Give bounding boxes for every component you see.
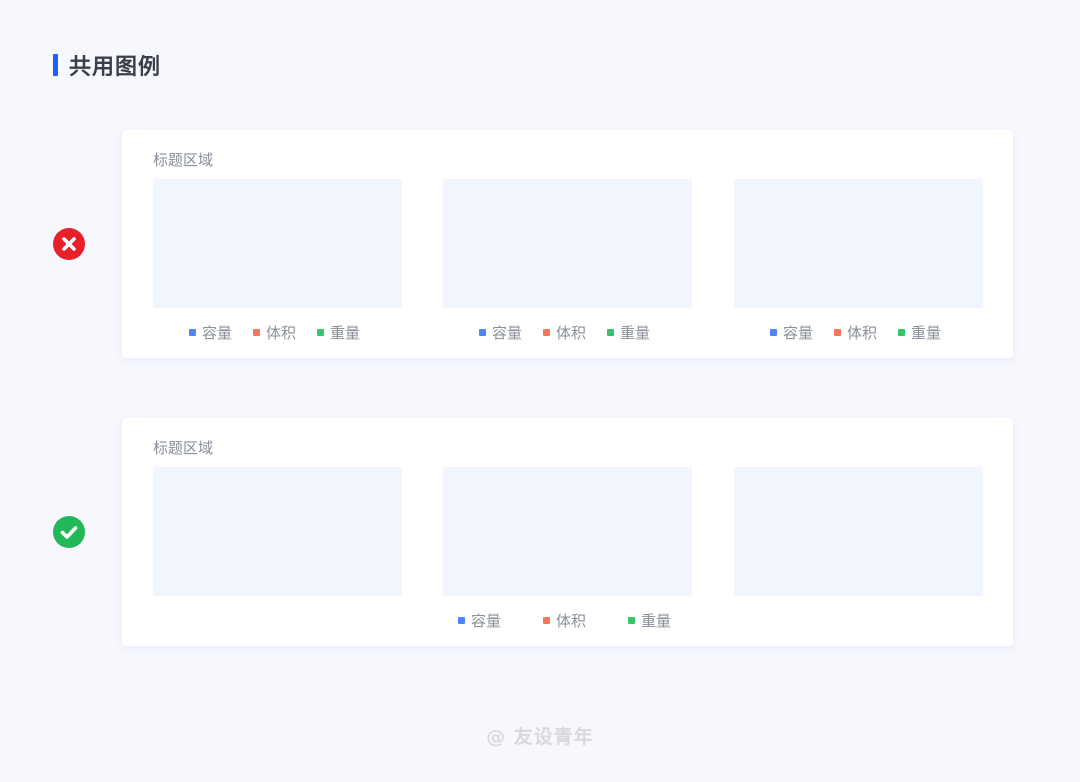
legend-swatch bbox=[607, 328, 615, 336]
chart-placeholder bbox=[443, 467, 692, 596]
legend-label: 容量 bbox=[492, 323, 523, 342]
legend-item[interactable]: 重量 bbox=[607, 322, 650, 343]
legend-item[interactable]: 重量 bbox=[628, 610, 671, 631]
legend-item[interactable]: 体积 bbox=[543, 322, 586, 343]
card-title: 标题区域 bbox=[153, 151, 214, 169]
right-example-card: 标题区域 容量 体积 重量 bbox=[122, 418, 1013, 646]
chart-legend: 容量 体积 重量 bbox=[479, 320, 650, 344]
legend-item[interactable]: 体积 bbox=[834, 322, 877, 343]
legend-label: 重量 bbox=[641, 611, 672, 630]
legend-swatch bbox=[543, 616, 551, 624]
legend-swatch bbox=[543, 328, 551, 336]
watermark: @ 友设青年 bbox=[486, 726, 594, 748]
legend-swatch bbox=[479, 328, 486, 336]
legend-item[interactable]: 重量 bbox=[898, 322, 941, 343]
legend-label: 容量 bbox=[471, 611, 502, 630]
section-heading: 共用图例 bbox=[53, 51, 162, 80]
legend-swatch bbox=[770, 328, 777, 336]
page-title: 共用图例 bbox=[69, 55, 162, 80]
chart-placeholder bbox=[734, 467, 983, 596]
legend-item[interactable]: 容量 bbox=[479, 322, 522, 343]
chart-legend: 容量 体积 重量 bbox=[189, 320, 360, 344]
legend-label: 体积 bbox=[847, 323, 878, 342]
legend-item[interactable]: 重量 bbox=[317, 322, 360, 343]
legend-item[interactable]: 容量 bbox=[458, 610, 501, 631]
legend-label: 体积 bbox=[266, 323, 297, 342]
legend-swatch bbox=[253, 328, 261, 336]
legend-item[interactable]: 容量 bbox=[770, 322, 813, 343]
card-title: 标题区域 bbox=[153, 439, 214, 457]
legend-label: 重量 bbox=[620, 323, 651, 342]
legend-swatch bbox=[898, 328, 906, 336]
chart-placeholder bbox=[153, 179, 402, 308]
chart-placeholder bbox=[734, 179, 983, 308]
wrong-example-card: 标题区域 容量 体积 重量 容量 体积 重量 容量 体积 重量 bbox=[122, 130, 1013, 358]
legend-label: 体积 bbox=[556, 323, 587, 342]
legend-swatch bbox=[834, 328, 842, 336]
legend-label: 容量 bbox=[783, 323, 814, 342]
chart-legend: 容量 体积 重量 bbox=[770, 320, 941, 344]
chart-placeholder bbox=[153, 467, 402, 596]
legend-label: 容量 bbox=[202, 323, 233, 342]
heading-accent-bar bbox=[53, 54, 58, 76]
legend-label: 重量 bbox=[330, 323, 361, 342]
legend-label: 重量 bbox=[911, 323, 942, 342]
legend-item[interactable]: 体积 bbox=[543, 610, 586, 631]
legend-swatch bbox=[458, 616, 465, 624]
legend-item[interactable]: 体积 bbox=[253, 322, 296, 343]
shared-chart-legend: 容量 体积 重量 bbox=[458, 608, 671, 632]
legend-swatch bbox=[628, 616, 636, 624]
check-circle-icon bbox=[53, 516, 85, 548]
legend-item[interactable]: 容量 bbox=[189, 322, 232, 343]
legend-label: 体积 bbox=[556, 611, 587, 630]
chart-placeholder bbox=[443, 179, 692, 308]
legend-swatch bbox=[317, 328, 325, 336]
legend-swatch bbox=[189, 328, 196, 336]
cross-circle-icon bbox=[53, 228, 85, 260]
